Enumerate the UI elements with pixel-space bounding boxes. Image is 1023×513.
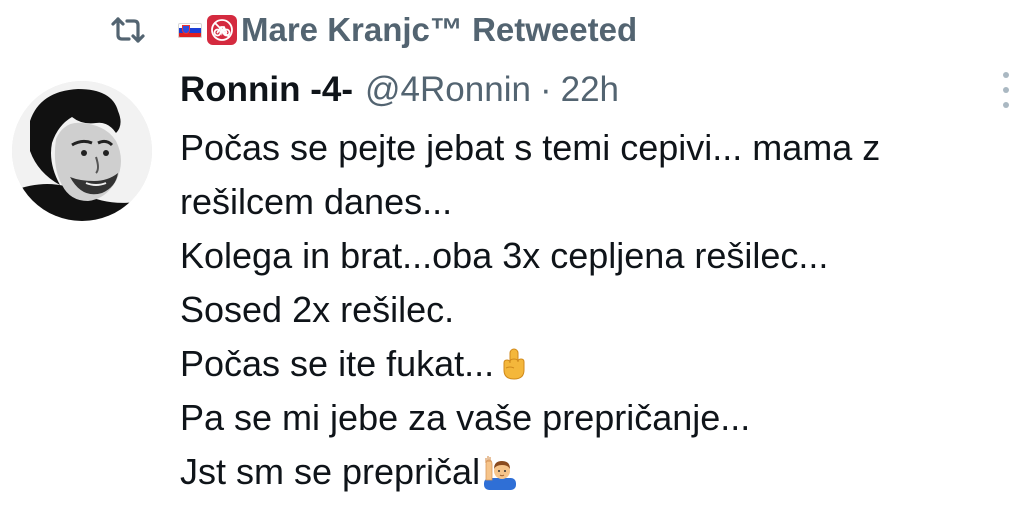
author-handle[interactable]: @4Ronnin bbox=[365, 70, 531, 110]
tweet-line: Kolega in brat...oba 3x cepljena rešilec… bbox=[180, 229, 1015, 283]
tweet-timestamp[interactable]: 22h bbox=[561, 70, 619, 110]
no-bicycles-icon bbox=[207, 15, 237, 45]
tweet-line-text: Sosed 2x rešilec. bbox=[180, 289, 455, 330]
tweet-line-text: Kolega in brat...oba 3x cepljena rešilec… bbox=[180, 235, 829, 276]
tweet-body: Počas se pejte jebat s temi cepivi... ma… bbox=[180, 121, 1015, 499]
tweet-header: Ronnin -4- @4Ronnin · 22h bbox=[180, 68, 619, 112]
slovenia-flag-icon bbox=[178, 22, 202, 38]
tweet-line: Sosed 2x rešilec. bbox=[180, 283, 1015, 337]
header-separator: · bbox=[539, 70, 552, 109]
more-dot bbox=[1003, 102, 1009, 108]
retweeted-by-label[interactable]: Mare Kranjc™ Retweeted bbox=[241, 11, 637, 49]
avatar[interactable] bbox=[12, 81, 152, 221]
author-display-name[interactable]: Ronnin -4- bbox=[180, 70, 353, 110]
tweet-line-text: rešilcem danes... bbox=[180, 181, 453, 222]
tweet-line: Jst sm se prepričal bbox=[180, 445, 1015, 499]
tweet-line-text: Jst sm se prepričal bbox=[180, 451, 481, 492]
tweet-line: rešilcem danes... bbox=[180, 175, 1015, 229]
tweet-line-text: Pa se mi jebe za vaše prepričanje... bbox=[180, 397, 751, 438]
tweet-line: Počas se pejte jebat s temi cepivi... ma… bbox=[180, 121, 1015, 175]
tweet-line-text: Počas se pejte jebat s temi cepivi... ma… bbox=[180, 127, 881, 168]
retweet-icon bbox=[108, 14, 152, 46]
tweet-line: Počas se ite fukat... bbox=[180, 337, 1015, 391]
middle-finger-emoji bbox=[496, 346, 532, 382]
more-dot bbox=[1003, 72, 1009, 78]
person-raising-hand-emoji bbox=[482, 454, 518, 490]
tweet-line-text: Počas se ite fukat... bbox=[180, 343, 495, 384]
retweet-context: Mare Kranjc™ Retweeted bbox=[108, 6, 637, 54]
more-dot bbox=[1003, 87, 1009, 93]
tweet-line: Pa se mi jebe za vaše prepričanje... bbox=[180, 391, 1015, 445]
more-vertical-icon[interactable] bbox=[996, 70, 1016, 110]
